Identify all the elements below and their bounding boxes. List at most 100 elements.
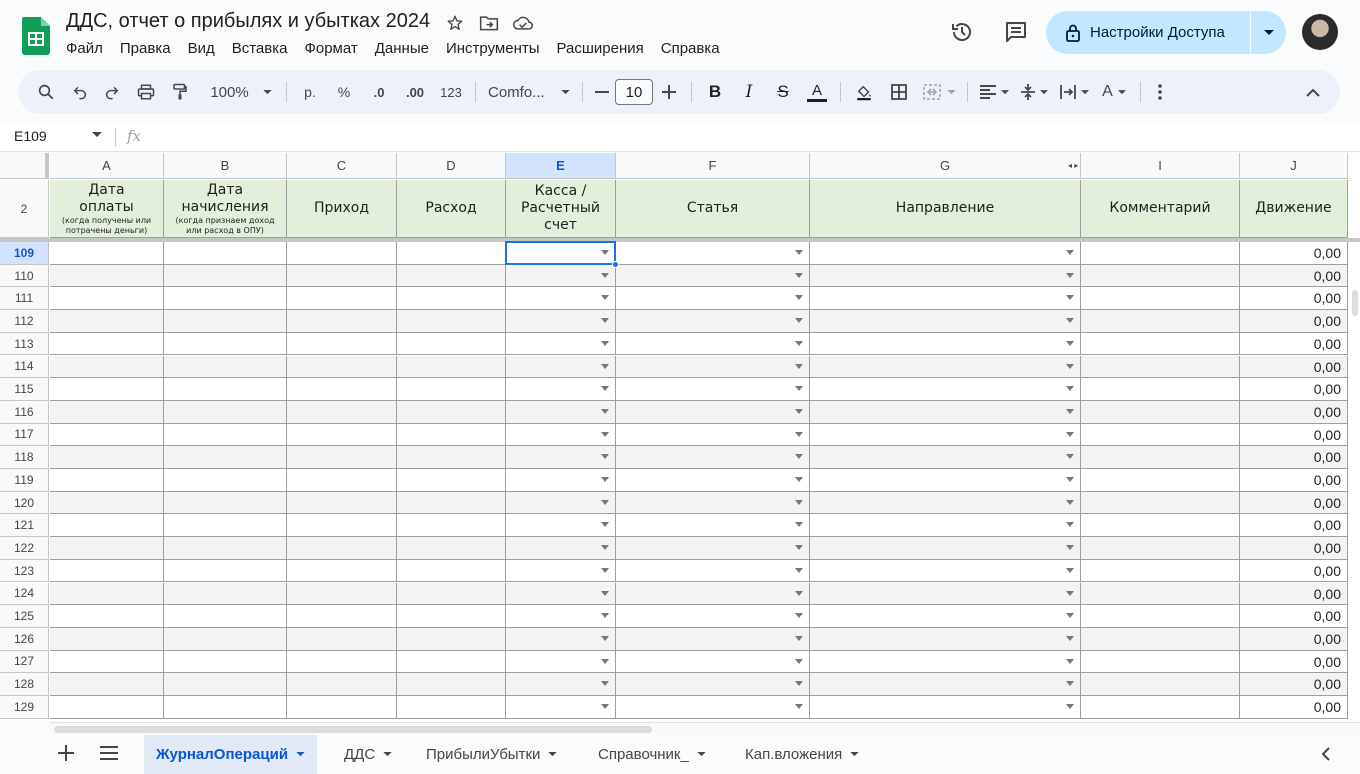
dropdown-arrow-icon[interactable]	[601, 386, 609, 392]
fill-color-icon[interactable]	[847, 78, 881, 106]
cell-c[interactable]	[287, 627, 397, 651]
history-icon[interactable]	[950, 20, 974, 44]
cell-c[interactable]	[287, 310, 397, 333]
dropdown-arrow-icon[interactable]	[795, 658, 803, 664]
cell-a[interactable]	[50, 491, 164, 515]
dropdown-arrow-icon[interactable]	[795, 272, 803, 278]
chevron-left-icon[interactable]	[1322, 747, 1330, 761]
cell-a[interactable]	[50, 650, 164, 674]
dropdown-arrow-icon[interactable]	[1066, 477, 1074, 482]
more-formats-button[interactable]: 123	[433, 78, 469, 106]
cell-c[interactable]	[287, 514, 397, 538]
row-header[interactable]: 118	[0, 446, 49, 469]
dropdown-arrow-icon[interactable]	[795, 295, 803, 301]
cell-b[interactable]	[164, 400, 287, 424]
cell-d[interactable]	[397, 627, 506, 651]
dropdown-arrow-icon[interactable]	[1066, 250, 1074, 255]
cell-e[interactable]	[506, 605, 616, 628]
menu-format[interactable]: Формат	[304, 40, 357, 57]
cell-d[interactable]	[397, 650, 506, 674]
dropdown-arrow-icon[interactable]	[1066, 635, 1074, 641]
dropdown-arrow-icon[interactable]	[601, 318, 609, 324]
menu-edit[interactable]: Правка	[120, 40, 171, 57]
dropdown-arrow-icon[interactable]	[795, 613, 803, 619]
dropdown-arrow-icon[interactable]	[1066, 545, 1074, 551]
cell-g[interactable]	[810, 605, 1081, 628]
cell-g[interactable]	[810, 378, 1081, 401]
hidden-column-arrows[interactable]: ◂ ▸	[1068, 161, 1078, 170]
decrease-decimal-button[interactable]: .0	[361, 78, 397, 106]
cell-c[interactable]	[287, 696, 397, 719]
cell-f[interactable]	[616, 400, 810, 424]
cell-c[interactable]	[287, 400, 397, 424]
dropdown-arrow-icon[interactable]	[601, 499, 609, 505]
dropdown-arrow-icon[interactable]	[1066, 567, 1074, 573]
cell-e[interactable]	[506, 582, 616, 606]
dropdown-arrow-icon[interactable]	[795, 590, 803, 596]
cell-j[interactable]: 0,00	[1240, 310, 1348, 333]
dropdown-arrow-icon[interactable]	[795, 408, 803, 414]
cell-b[interactable]	[164, 378, 287, 401]
dropdown-arrow-icon[interactable]	[1066, 386, 1074, 392]
cell-i[interactable]	[1081, 400, 1240, 424]
cell-a[interactable]	[50, 469, 164, 492]
cell-g[interactable]	[810, 264, 1081, 288]
cell-i[interactable]	[1081, 605, 1240, 628]
cell-f[interactable]	[616, 378, 810, 401]
cell-d[interactable]	[397, 378, 506, 401]
cell-j[interactable]: 0,00	[1240, 469, 1348, 492]
cell-b[interactable]	[164, 559, 287, 583]
cell-j[interactable]: 0,00	[1240, 559, 1348, 583]
cell-j[interactable]: 0,00	[1240, 423, 1348, 447]
dropdown-arrow-icon[interactable]	[601, 408, 609, 414]
cell-j[interactable]: 0,00	[1240, 582, 1348, 606]
cell-c[interactable]	[287, 378, 397, 401]
cell-c[interactable]	[287, 287, 397, 311]
dropdown-arrow-icon[interactable]	[601, 454, 609, 460]
print-icon[interactable]	[128, 78, 164, 106]
align-left-icon[interactable]	[974, 78, 1014, 106]
column-header-f[interactable]: F	[616, 153, 810, 179]
cell-j[interactable]: 0,00	[1240, 514, 1348, 538]
cell-d[interactable]	[397, 446, 506, 469]
cell-f[interactable]	[616, 332, 810, 356]
cell-i[interactable]	[1081, 378, 1240, 401]
select-all-corner[interactable]	[0, 153, 49, 189]
row-header-2[interactable]: 2	[0, 180, 49, 238]
cell-a[interactable]	[50, 446, 164, 469]
cell-d[interactable]	[397, 355, 506, 379]
cell-e[interactable]	[506, 491, 616, 515]
cell-g[interactable]	[810, 559, 1081, 583]
cell-i[interactable]	[1081, 582, 1240, 606]
cell-b[interactable]	[164, 627, 287, 651]
cell-f[interactable]	[616, 446, 810, 469]
cell-g[interactable]	[810, 627, 1081, 651]
cell-a[interactable]	[50, 514, 164, 538]
row-header[interactable]: 110	[0, 264, 49, 288]
dropdown-arrow-icon[interactable]	[1066, 318, 1074, 324]
menu-extensions[interactable]: Расширения	[557, 40, 644, 57]
cell-f[interactable]	[616, 355, 810, 379]
cell-i[interactable]	[1081, 332, 1240, 356]
column-header-c[interactable]: C	[287, 153, 397, 179]
row-header[interactable]: 122	[0, 537, 49, 560]
sheet-tab[interactable]: ДДС	[332, 735, 404, 774]
text-color-icon[interactable]: A	[800, 78, 834, 106]
dropdown-arrow-icon[interactable]	[1066, 431, 1074, 437]
row-header[interactable]: 129	[0, 696, 49, 719]
dropdown-arrow-icon[interactable]	[795, 477, 803, 482]
star-icon[interactable]	[444, 12, 466, 34]
cell-f[interactable]	[616, 264, 810, 288]
sheets-logo[interactable]	[22, 17, 50, 55]
row-header[interactable]: 120	[0, 491, 49, 515]
share-dropdown[interactable]	[1251, 11, 1286, 54]
cell-c[interactable]	[287, 469, 397, 492]
menu-view[interactable]: Вид	[188, 40, 215, 57]
chevron-down-icon[interactable]	[383, 752, 392, 757]
chevron-down-icon[interactable]	[92, 132, 102, 138]
cell-j[interactable]: 0,00	[1240, 332, 1348, 356]
sheet-tab[interactable]: ЖурналОпераций	[144, 735, 318, 774]
dropdown-arrow-icon[interactable]	[795, 635, 803, 641]
dropdown-arrow-icon[interactable]	[601, 340, 609, 346]
cell-e[interactable]	[506, 332, 616, 356]
